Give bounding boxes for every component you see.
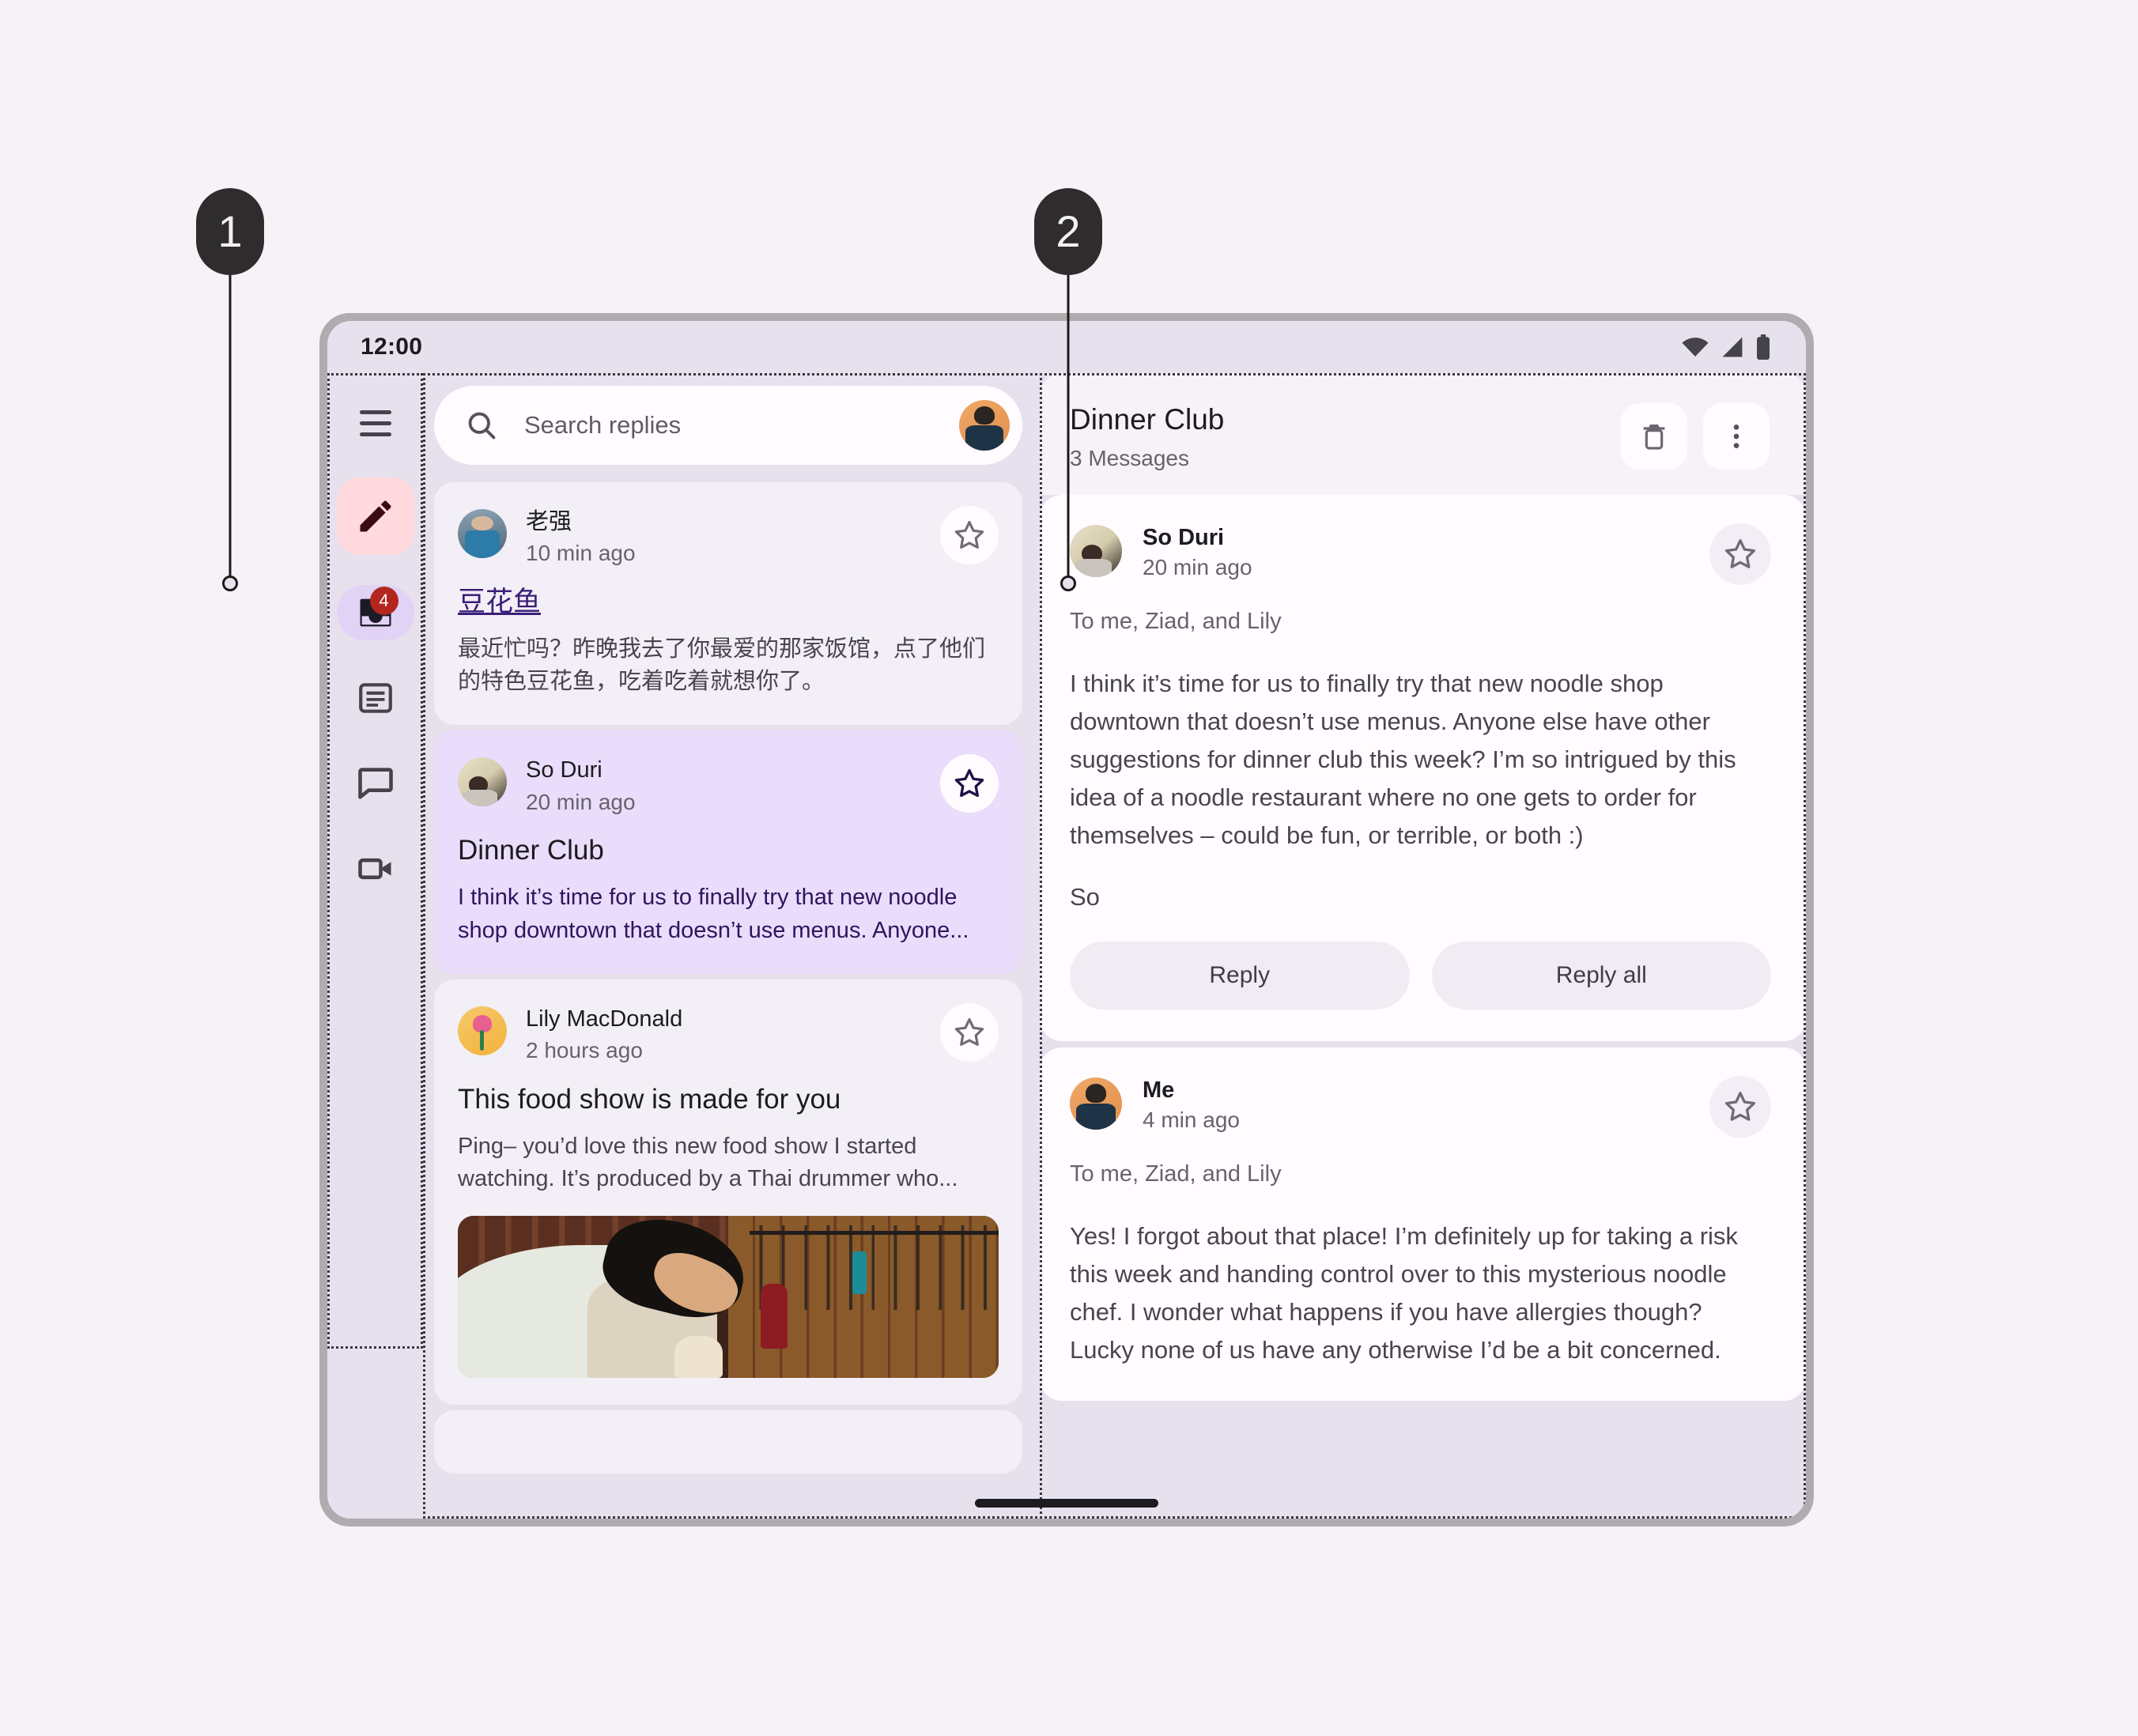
reply-button[interactable]: Reply xyxy=(1070,941,1410,1010)
callout-1-leader-line xyxy=(229,275,232,583)
list-item-header: So Duri 20 min ago xyxy=(458,754,999,817)
navigation-rail: 4 xyxy=(327,373,423,1519)
cellular-signal-icon xyxy=(1722,337,1743,357)
search-icon xyxy=(468,412,496,440)
star-outline-icon xyxy=(954,769,984,798)
avatar[interactable] xyxy=(959,400,1010,451)
status-bar-icons xyxy=(1681,334,1771,360)
sidebar-item-chat[interactable] xyxy=(337,756,414,811)
list-item-subject: 豆花鱼 xyxy=(458,587,542,618)
list-item[interactable]: So Duri 20 min ago Dinner Club I think i… xyxy=(434,730,1022,974)
callout-2-number: 2 xyxy=(1034,188,1102,275)
email-list-pane: Search replies 老强 10 min ago 豆花鱼 最近忙吗？昨晚… xyxy=(423,373,1040,1519)
message-actions: Reply Reply all xyxy=(1070,941,1771,1010)
thread-detail-pane: Dinner Club 3 Messages So Duri 20 min ag… xyxy=(1040,373,1806,1519)
wifi-icon xyxy=(1682,338,1709,357)
list-item-time: 20 min ago xyxy=(526,789,636,814)
avatar xyxy=(1070,524,1122,577)
reply-all-button[interactable]: Reply all xyxy=(1431,941,1771,1010)
message-list: So Duri 20 min ago To me, Ziad, and Lily… xyxy=(1040,494,1806,1519)
battery-icon xyxy=(1757,334,1770,360)
sidebar-item-video[interactable] xyxy=(337,841,414,896)
inbox-unread-badge: 4 xyxy=(369,587,399,615)
star-button[interactable] xyxy=(940,1002,999,1062)
list-item-subject: This food show is made for you xyxy=(458,1083,841,1115)
message-card: Me 4 min ago To me, Ziad, and Lily Yes! … xyxy=(1040,1047,1806,1401)
more-vertical-icon xyxy=(1733,425,1739,448)
message-body: I think it’s time for us to finally try … xyxy=(1070,669,1736,849)
avatar xyxy=(458,1006,507,1055)
list-item[interactable]: 老强 10 min ago 豆花鱼 最近忙吗？昨晚我去了你最爱的那家饭馆，点了他… xyxy=(434,482,1022,726)
star-outline-icon xyxy=(954,520,984,549)
search-input[interactable]: Search replies xyxy=(524,411,934,440)
message-recipients: To me, Ziad, and Lily xyxy=(1070,608,1282,634)
message-recipients: To me, Ziad, and Lily xyxy=(1070,1160,1282,1187)
message-header: So Duri 20 min ago xyxy=(1070,523,1771,585)
page-title: Dinner Club xyxy=(1070,403,1225,436)
star-button[interactable] xyxy=(1709,1075,1771,1138)
callout-marker-1: 1 xyxy=(196,188,264,591)
message-sender: So Duri xyxy=(1143,524,1225,550)
avatar xyxy=(458,509,507,558)
message-card: So Duri 20 min ago To me, Ziad, and Lily… xyxy=(1040,494,1806,1041)
message-meta: Me 4 min ago xyxy=(1143,1076,1689,1133)
trash-delete-icon xyxy=(1643,425,1665,450)
callout-2-leader-line xyxy=(1067,275,1070,583)
message-header: Me 4 min ago xyxy=(1070,1075,1771,1138)
callout-1-anchor-dot xyxy=(222,576,238,591)
list-item-snippet: 最近忙吗？昨晚我去了你最爱的那家饭馆，点了他们的特色豆花鱼，吃着吃着就想你了。 xyxy=(458,636,986,695)
thread-message-count: 3 Messages xyxy=(1070,445,1189,470)
home-indicator[interactable] xyxy=(975,1499,1158,1508)
list-item-snippet: I think it’s time for us to finally try … xyxy=(458,885,969,943)
video-camera-icon xyxy=(357,858,391,880)
list-item-time: 10 min ago xyxy=(526,541,636,566)
callout-marker-2: 2 xyxy=(1034,188,1102,591)
list-item-header: 老强 10 min ago xyxy=(458,506,999,568)
articles-icon xyxy=(358,683,392,713)
list-item-sender: So Duri xyxy=(526,757,602,783)
message-body: Yes! I forgot about that place! I’m defi… xyxy=(1070,1221,1738,1364)
star-button[interactable] xyxy=(940,506,999,564)
list-item-sender: Lily MacDonald xyxy=(526,1006,683,1032)
chat-bubble-icon xyxy=(357,768,393,799)
list-item-meta: Lily MacDonald 2 hours ago xyxy=(526,1003,921,1066)
callout-2-anchor-dot xyxy=(1060,576,1076,591)
message-meta: So Duri 20 min ago xyxy=(1143,523,1689,580)
compose-fab-button[interactable] xyxy=(336,477,414,555)
list-item-time: 2 hours ago xyxy=(526,1038,643,1063)
list-item-meta: 老强 10 min ago xyxy=(526,506,921,568)
avatar xyxy=(1070,1077,1122,1130)
email-list: 老强 10 min ago 豆花鱼 最近忙吗？昨晚我去了你最爱的那家饭馆，点了他… xyxy=(423,482,1040,1519)
avatar xyxy=(458,757,507,807)
hamburger-menu-icon[interactable] xyxy=(346,394,405,452)
list-item-sender: 老强 xyxy=(526,509,572,534)
message-signature: So xyxy=(1070,882,1100,911)
sidebar-item-articles[interactable] xyxy=(337,670,414,726)
callout-1-number: 1 xyxy=(196,188,264,275)
list-item-header: Lily MacDonald 2 hours ago xyxy=(458,1002,999,1066)
message-time: 20 min ago xyxy=(1143,554,1252,579)
list-item-partial[interactable] xyxy=(434,1410,1022,1474)
search-bar[interactable]: Search replies xyxy=(434,386,1022,465)
list-item-subject: Dinner Club xyxy=(458,835,604,866)
list-item-meta: So Duri 20 min ago xyxy=(526,754,921,817)
edit-pencil-icon xyxy=(360,500,391,532)
more-options-button[interactable] xyxy=(1703,403,1770,470)
star-button[interactable] xyxy=(940,754,999,813)
thread-header: Dinner Club 3 Messages xyxy=(1040,373,1806,495)
star-outline-icon xyxy=(954,1017,984,1046)
delete-button[interactable] xyxy=(1621,403,1687,470)
sidebar-item-inbox[interactable]: 4 xyxy=(336,585,414,640)
message-sender: Me xyxy=(1143,1077,1175,1103)
star-button[interactable] xyxy=(1709,523,1771,585)
list-item[interactable]: Lily MacDonald 2 hours ago This food sho… xyxy=(434,979,1022,1406)
message-time: 4 min ago xyxy=(1143,1108,1240,1133)
star-outline-icon xyxy=(1724,538,1756,568)
status-bar-clock: 12:00 xyxy=(361,334,423,360)
star-outline-icon xyxy=(1724,1091,1756,1121)
list-item-snippet: Ping– you’d love this new food show I st… xyxy=(458,1133,958,1191)
thread-header-text: Dinner Club 3 Messages xyxy=(1070,403,1605,471)
chef-cooking-in-kitchen-photo xyxy=(458,1216,999,1379)
